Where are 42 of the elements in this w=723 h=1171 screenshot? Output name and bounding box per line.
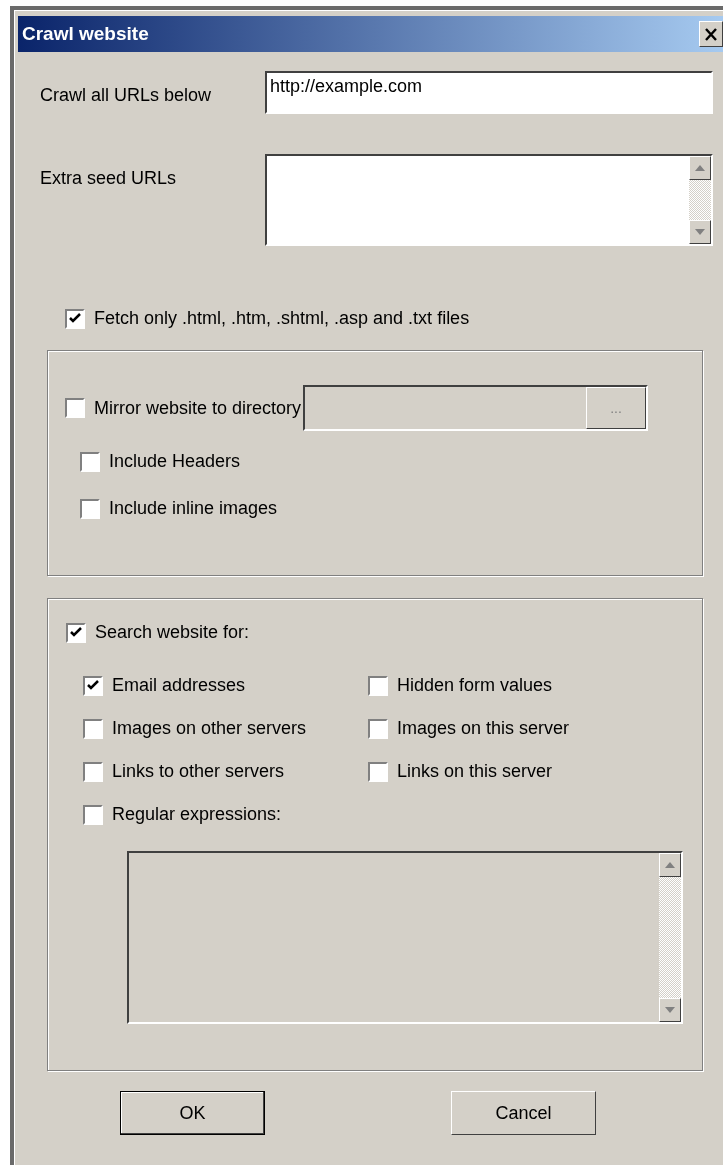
checkbox-label: Hidden form values [397, 675, 553, 696]
scroll-down-button[interactable] [689, 220, 711, 244]
checkbox-label: Email addresses [112, 675, 246, 696]
checkbox-label: Links to other servers [112, 761, 285, 782]
checkbox-label: Search website for: [95, 622, 250, 643]
ok-button[interactable]: OK [120, 1091, 265, 1135]
checkbox-label: Images on this server [397, 718, 570, 739]
checkbox[interactable] [368, 718, 388, 739]
checkbox[interactable] [83, 675, 103, 696]
field-label: Crawl all URLs below [40, 84, 213, 106]
checkbox-label: Mirror website to directory [94, 397, 302, 419]
up-arrow-icon [665, 862, 675, 868]
checkbox[interactable] [66, 622, 86, 643]
checkbox[interactable] [65, 308, 85, 329]
checkbox-label: Images on other servers [112, 718, 307, 739]
close-button[interactable] [699, 21, 723, 47]
field-label: Extra seed URLs [40, 167, 178, 189]
up-arrow-icon [695, 165, 705, 171]
checkbox[interactable] [368, 761, 388, 782]
checkbox[interactable] [83, 761, 103, 782]
checkbox[interactable] [83, 718, 103, 739]
close-icon [704, 27, 718, 41]
seed-urls-field[interactable] [265, 154, 713, 246]
checkbox[interactable] [65, 398, 85, 418]
window-title: Crawl website [22, 23, 149, 45]
checkbox-label: Include inline images [109, 498, 278, 519]
scroll-up-button[interactable] [689, 156, 711, 180]
checkbox[interactable] [80, 498, 100, 519]
checkbox-label: Regular expressions: [112, 804, 282, 825]
checkbox-label: Links on this server [397, 761, 553, 782]
down-arrow-icon [695, 229, 705, 235]
scrollbar[interactable] [689, 156, 711, 244]
check-icon [69, 313, 81, 324]
cancel-button[interactable]: Cancel [451, 1091, 596, 1135]
check-icon [87, 680, 99, 691]
url-field[interactable]: http://example.com [265, 71, 713, 114]
checkbox-label: Fetch only .html, .htm, .shtml, .asp and .txt files [94, 308, 470, 329]
down-arrow-icon [665, 1007, 675, 1013]
checkbox[interactable] [368, 675, 388, 696]
checkbox[interactable] [80, 451, 100, 472]
checkbox-label: Include Headers [109, 451, 241, 472]
check-icon [70, 627, 82, 638]
